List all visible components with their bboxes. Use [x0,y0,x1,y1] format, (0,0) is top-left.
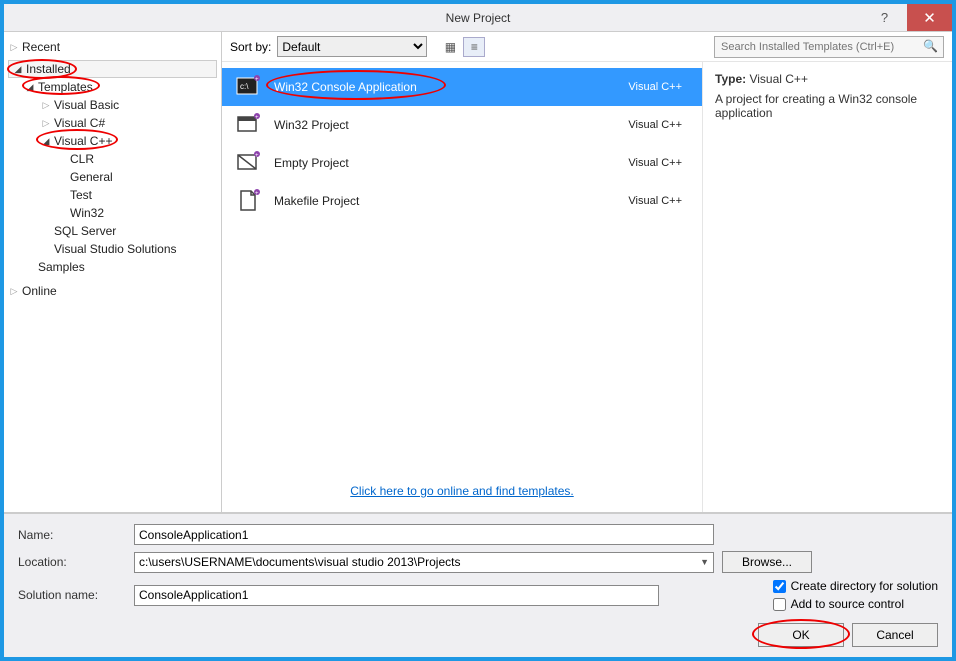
svg-text:+: + [255,191,259,197]
name-input[interactable] [134,524,714,545]
tree-item-recent[interactable]: Recent [8,38,217,56]
location-value: c:\users\USERNAME\documents\visual studi… [139,555,460,569]
tree-item-installed[interactable]: Installed [8,60,217,78]
view-list-button[interactable]: ≡ [463,37,485,57]
browse-button[interactable]: Browse... [722,551,812,573]
titlebar: New Project ? ✕ [4,4,952,32]
tree-item-test[interactable]: Test [8,186,217,204]
chevron-right-icon [40,118,52,129]
type-value: Visual C++ [749,72,807,86]
row-name: Name: [18,524,938,545]
template-lang: Visual C++ [628,157,682,169]
win32-project-icon: + [234,111,262,139]
tree-item-visual-cpp[interactable]: Visual C++ [8,132,217,150]
titlebar-buttons: ? ✕ [862,4,952,31]
location-combo[interactable]: c:\users\USERNAME\documents\visual studi… [134,552,714,573]
bottom-form: Name: Location: c:\users\USERNAME\docume… [4,513,952,657]
svg-text:c:\: c:\ [240,82,249,91]
sort-toolbar: Sort by: Default ▦ ≡ 🔍 [222,32,952,62]
template-lang: Visual C++ [628,119,682,131]
empty-project-icon: + [234,149,262,177]
online-templates-link[interactable]: Click here to go online and find templat… [222,476,702,506]
location-label: Location: [18,555,126,569]
create-dir-label: Create directory for solution [791,579,938,593]
name-label: Name: [18,528,126,542]
view-buttons: ▦ ≡ [439,37,485,57]
tree-item-vs-solutions[interactable]: Visual Studio Solutions [8,240,217,258]
solution-input[interactable] [134,585,659,606]
tree-item-win32[interactable]: Win32 [8,204,217,222]
template-empty-project[interactable]: + Empty Project Visual C++ [222,144,702,182]
solution-label: Solution name: [18,588,126,602]
source-control-label: Add to source control [791,597,904,611]
makefile-icon: + [234,187,262,215]
tree-item-general[interactable]: General [8,168,217,186]
help-button[interactable]: ? [862,4,907,31]
search-input[interactable] [714,36,944,58]
tree-item-samples[interactable]: Samples [8,258,217,276]
close-icon: ✕ [923,9,936,27]
chevron-right-icon [8,42,20,53]
list-icon: ≡ [471,40,478,54]
main-area: Recent Installed Templates Visual Basic [4,32,952,657]
row-solution: Solution name: Create directory for solu… [18,579,938,611]
checkbox-group: Create directory for solution Add to sou… [773,579,938,611]
help-icon: ? [881,10,888,25]
sort-by-label: Sort by: [230,40,271,54]
chevron-down-icon [24,82,36,93]
search-wrap: 🔍 [714,36,944,58]
details-panel: Type: Visual C++ A project for creating … [702,62,952,512]
template-lang: Visual C++ [628,195,682,207]
chevron-right-icon [8,286,20,297]
chevron-down-icon: ▼ [700,557,709,567]
template-name: Makefile Project [274,194,616,208]
template-list: c:\ + Win32 Console Application Visual C+… [222,62,702,512]
row-location: Location: c:\users\USERNAME\documents\vi… [18,551,938,573]
svg-text:+: + [255,115,259,121]
template-win32-console[interactable]: c:\ + Win32 Console Application Visual C+… [222,68,702,106]
close-button[interactable]: ✕ [907,4,952,31]
chevron-down-icon [40,136,52,147]
template-name: Empty Project [274,156,616,170]
create-dir-checkbox[interactable] [773,580,786,593]
tree-item-clr[interactable]: CLR [8,150,217,168]
svg-text:+: + [255,77,259,83]
chk-create-dir[interactable]: Create directory for solution [773,579,938,593]
tree-item-visual-csharp[interactable]: Visual C# [8,114,217,132]
category-tree: Recent Installed Templates Visual Basic [4,32,222,512]
svg-text:+: + [255,153,259,159]
template-name: Win32 Console Application [274,80,616,94]
center-body: c:\ + Win32 Console Application Visual C+… [222,62,952,512]
template-makefile[interactable]: + Makefile Project Visual C++ [222,182,702,220]
template-win32-project[interactable]: + Win32 Project Visual C++ [222,106,702,144]
grid-icon: ▦ [445,40,456,54]
sort-by-select[interactable]: Default [277,36,427,57]
upper-area: Recent Installed Templates Visual Basic [4,32,952,513]
tree-item-visual-basic[interactable]: Visual Basic [8,96,217,114]
console-app-icon: c:\ + [234,73,262,101]
template-name: Win32 Project [274,118,616,132]
window-title: New Project [446,11,511,25]
dialog-buttons: OK Cancel [18,623,938,647]
template-lang: Visual C++ [628,81,682,93]
search-icon[interactable]: 🔍 [923,39,938,53]
tree-item-sql-server[interactable]: SQL Server [8,222,217,240]
center-panel: Sort by: Default ▦ ≡ 🔍 [222,32,952,512]
type-line: Type: Visual C++ [715,72,940,86]
chk-source-control[interactable]: Add to source control [773,597,938,611]
type-label: Type: [715,72,746,86]
chevron-right-icon [40,100,52,111]
template-description: A project for creating a Win32 console a… [715,92,940,120]
chevron-down-icon [12,64,24,75]
ok-button[interactable]: OK [758,623,844,647]
cancel-button[interactable]: Cancel [852,623,938,647]
view-grid-button[interactable]: ▦ [439,37,461,57]
tree-item-templates[interactable]: Templates [8,78,217,96]
tree-item-online[interactable]: Online [8,282,217,300]
new-project-dialog: New Project ? ✕ Recent Installed [0,0,956,661]
source-control-checkbox[interactable] [773,598,786,611]
